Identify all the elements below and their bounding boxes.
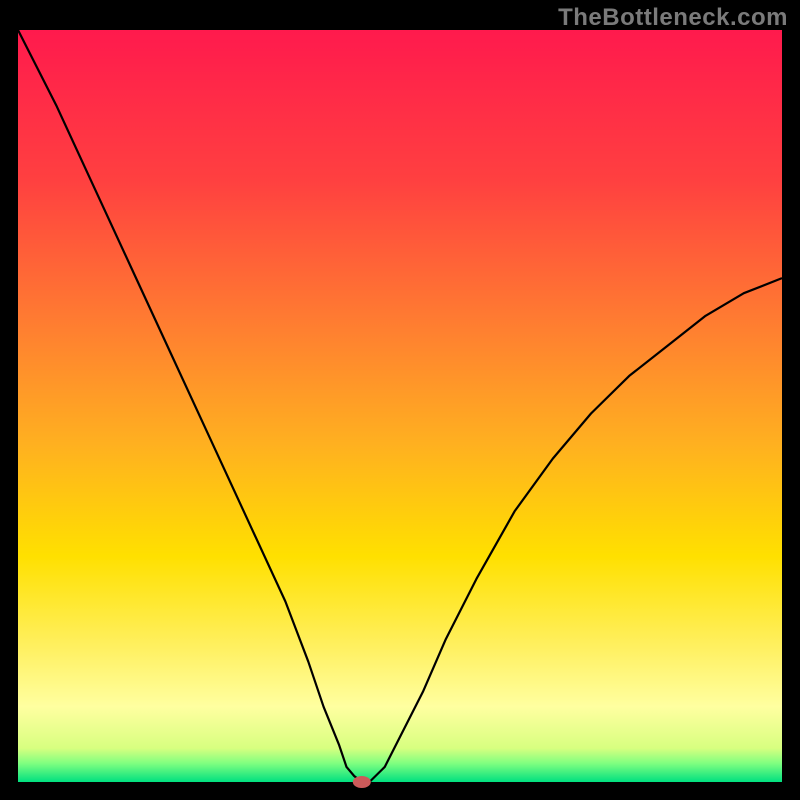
optimum-marker [353, 776, 371, 788]
watermark-text: TheBottleneck.com [558, 4, 788, 32]
bottleneck-chart: TheBottleneck.com [0, 0, 800, 800]
chart-svg [0, 0, 800, 800]
chart-background [18, 30, 782, 782]
